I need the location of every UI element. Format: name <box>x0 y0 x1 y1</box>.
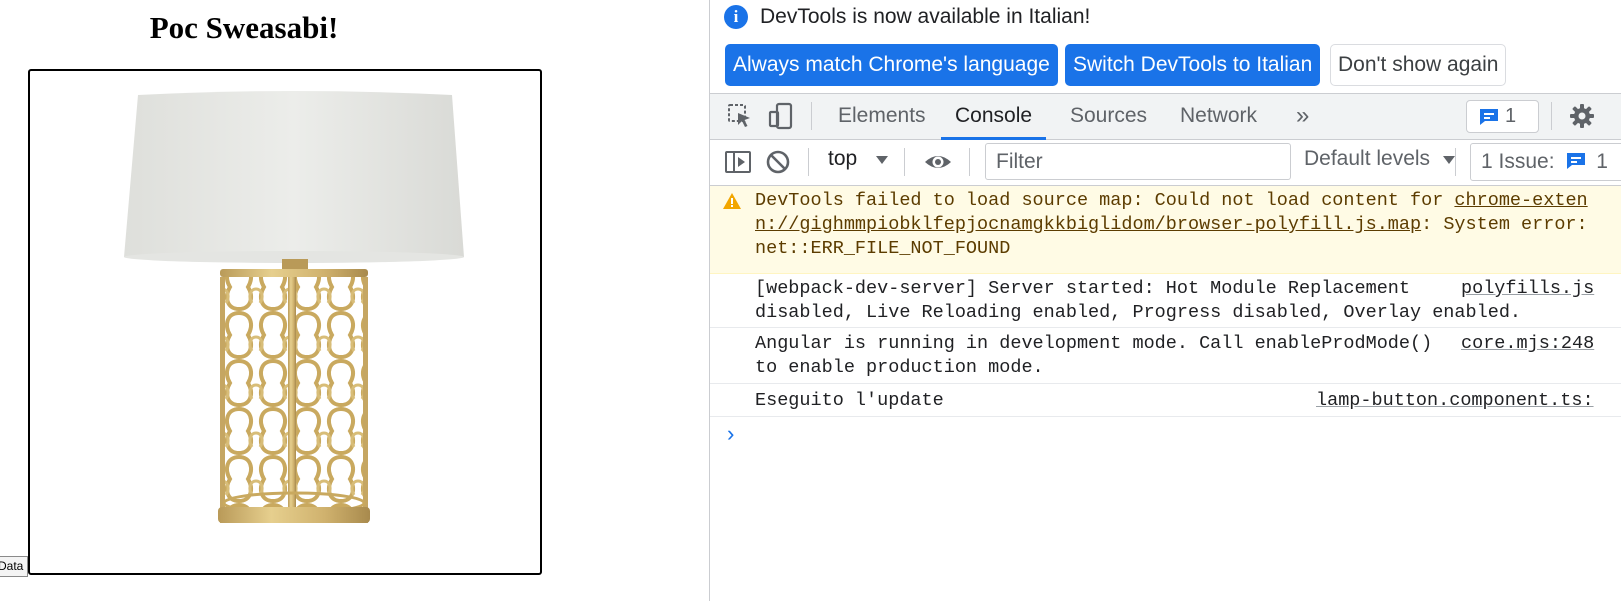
log-source-link[interactable]: lamp-button.component.ts: <box>1316 389 1594 413</box>
log-line-2: to enable production mode. <box>755 357 1044 378</box>
issues-summary-button[interactable]: 1 Issue: 1 <box>1470 143 1621 181</box>
language-infobar: i DevTools is now available in Italian! … <box>710 0 1621 93</box>
issues-summary-count: 1 <box>1596 150 1608 173</box>
log-levels-dropdown[interactable]: Default levels <box>1304 147 1456 171</box>
log-line-1: Eseguito l'update <box>755 390 944 411</box>
log-line-1: [webpack-dev-server] Server started: Hot… <box>755 278 1411 299</box>
console-log-message[interactable]: [webpack-dev-server] Server started: Hot… <box>710 274 1621 328</box>
warning-line-3: net::ERR_FILE_NOT_FOUND <box>755 238 1011 259</box>
device-toolbar-icon[interactable] <box>767 102 795 130</box>
filter-input[interactable] <box>985 143 1291 180</box>
devtools-panel: i DevTools is now available in Italian! … <box>709 0 1621 601</box>
chevron-down-icon <box>1442 156 1455 164</box>
lamp-image <box>124 91 464 523</box>
console-toolbar: top Default levels 1 Issue: 1 <box>710 140 1621 186</box>
lamp-image-frame[interactable] <box>28 69 542 575</box>
warning-prefix: DevTools failed to load source map: Coul… <box>755 190 1455 211</box>
warning-line-1: DevTools failed to load source map: Coul… <box>755 189 1588 213</box>
warning-line-2: n://gighmmpiobklfepjocnamgkkbiglidom/bro… <box>755 213 1588 237</box>
always-match-language-button[interactable]: Always match Chrome's language <box>725 44 1058 86</box>
data-tab[interactable]: Data <box>0 556 29 577</box>
log-source-link[interactable]: core.mjs:248 <box>1461 332 1594 356</box>
toolbar-divider <box>1455 148 1456 176</box>
eye-icon[interactable] <box>924 148 952 176</box>
tab-sources[interactable]: Sources <box>1056 94 1161 140</box>
log-levels-value: Default levels <box>1304 147 1431 170</box>
console-log-message[interactable]: Eseguito l'update lamp-button.component.… <box>710 384 1621 417</box>
tab-console[interactable]: Console <box>941 94 1047 140</box>
issues-count: 1 <box>1505 105 1517 127</box>
toolbar-divider <box>808 148 809 176</box>
console-prompt-icon[interactable]: › <box>724 424 737 448</box>
context-value: top <box>828 147 858 170</box>
console-messages: DevTools failed to load source map: Coul… <box>710 186 1621 601</box>
info-icon: i <box>724 5 748 29</box>
dont-show-again-button[interactable]: Don't show again <box>1330 44 1507 86</box>
tabbar-divider <box>1551 102 1552 130</box>
more-tabs-icon[interactable]: » <box>1282 94 1323 140</box>
tab-network[interactable]: Network <box>1166 94 1271 140</box>
console-log-message[interactable]: Angular is running in development mode. … <box>710 328 1621 384</box>
sidebar-toggle-icon[interactable] <box>724 148 752 176</box>
issues-counter-button[interactable]: 1 <box>1466 100 1539 133</box>
context-selector[interactable]: top <box>828 147 889 171</box>
tab-elements[interactable]: Elements <box>824 94 940 140</box>
source-map-link[interactable]: chrome-exten <box>1454 190 1587 211</box>
toolbar-divider <box>904 148 905 176</box>
log-line-1: Angular is running in development mode. … <box>755 333 1433 354</box>
switch-to-italian-button[interactable]: Switch DevTools to Italian <box>1065 44 1321 86</box>
console-warning-message[interactable]: DevTools failed to load source map: Coul… <box>710 186 1621 274</box>
page-title: Poc Sweasabi! <box>149 10 339 45</box>
warning-suffix: : System error: <box>1421 214 1588 235</box>
issues-label: 1 Issue: <box>1481 150 1555 173</box>
source-map-link-cont[interactable]: n://gighmmpiobklfepjocnamgkkbiglidom/bro… <box>755 214 1421 235</box>
message-icon <box>1480 109 1498 125</box>
web-page: Poc Sweasabi! Data <box>0 0 708 601</box>
log-source-link[interactable]: polyfills.js <box>1461 277 1594 301</box>
gear-icon[interactable] <box>1568 102 1596 130</box>
clear-console-icon[interactable] <box>764 148 792 176</box>
devtools-tabbar: Elements Console Sources Network » 1 <box>710 93 1621 140</box>
message-icon <box>1567 153 1586 169</box>
tabbar-divider <box>811 102 812 130</box>
chevron-down-icon <box>876 156 889 164</box>
infobar-message: DevTools is now available in Italian! <box>760 5 1091 28</box>
warning-icon <box>723 193 741 209</box>
log-line-2: disabled, Live Reloading enabled, Progre… <box>755 302 1522 323</box>
toolbar-divider <box>969 148 970 176</box>
inspect-element-icon[interactable] <box>726 102 754 130</box>
